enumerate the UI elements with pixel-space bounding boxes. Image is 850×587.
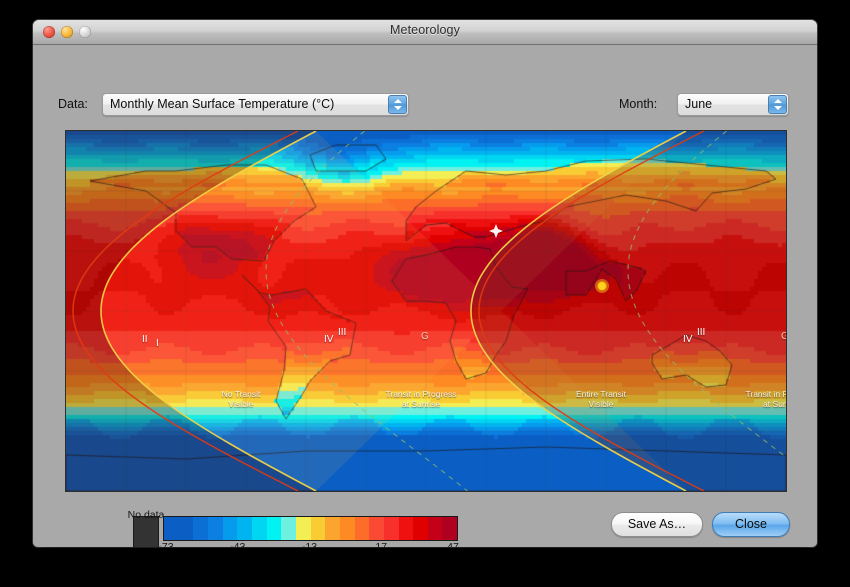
map-region-label: No Transit Visible <box>221 389 261 409</box>
scale-band <box>427 517 443 540</box>
window-body: Data: Monthly Mean Surface Temperature (… <box>33 45 817 547</box>
scale-band <box>310 517 326 540</box>
window-titlebar[interactable]: Meteorology <box>33 20 817 45</box>
close-button[interactable]: Close <box>712 512 790 537</box>
scale-band <box>251 517 267 540</box>
scale-band <box>354 517 370 540</box>
month-label: Month: <box>619 97 658 111</box>
scale-band <box>398 517 414 540</box>
map-region-label: Entire Transit Visible <box>575 389 627 409</box>
map-region-label: Transit in Progress at Sunset <box>745 389 787 409</box>
scale-band <box>295 517 311 540</box>
map-region-label: Transit in Progress at Sunrise <box>385 389 457 409</box>
scale-band <box>193 517 208 540</box>
scale-band <box>164 517 179 540</box>
temperature-raster <box>66 131 786 491</box>
data-dropdown-value: Monthly Mean Surface Temperature (°C) <box>110 97 335 111</box>
world-temperature-map[interactable]: No Transit Visible Transit in Progress at… <box>65 130 787 492</box>
contact-marker-label: IV <box>683 334 693 345</box>
window-title: Meteorology <box>390 23 460 37</box>
scale-band <box>339 517 355 540</box>
month-dropdown[interactable]: June <box>677 93 789 116</box>
data-label: Data: <box>58 97 88 111</box>
save-as-button[interactable]: Save As… <box>611 512 703 537</box>
contact-marker-label: IV <box>324 334 334 345</box>
greatest-transit-label: G <box>421 331 429 342</box>
scale-tick: 17 <box>375 541 388 547</box>
meteorology-window: Meteorology Data: Monthly Mean Surface T… <box>33 20 817 547</box>
chevron-updown-icon <box>388 95 407 114</box>
scale-tick: -13 <box>301 541 318 547</box>
scale-band <box>325 517 340 540</box>
scale-band <box>281 517 296 540</box>
month-dropdown-value: June <box>685 97 713 111</box>
scale-band <box>369 517 384 540</box>
scale-band <box>237 517 252 540</box>
scale-tick: -73 <box>158 541 174 547</box>
chevron-updown-icon <box>768 95 787 114</box>
scale-band <box>442 517 458 540</box>
temperature-color-scale <box>163 516 458 541</box>
contact-marker-label: II <box>142 334 148 345</box>
scale-tick: 47 <box>447 541 459 547</box>
scale-band <box>178 517 194 540</box>
contact-marker-label: I <box>156 338 159 349</box>
temperature-scale-ticks: -73 -43 -13 17 47 <box>157 541 462 547</box>
data-dropdown[interactable]: Monthly Mean Surface Temperature (°C) <box>102 93 409 116</box>
scale-band <box>222 517 238 540</box>
scale-band <box>383 517 399 540</box>
scale-tick: -43 <box>230 541 246 547</box>
contact-marker-label: III <box>697 327 706 338</box>
scale-band <box>207 517 223 540</box>
contact-marker-label: III <box>338 327 347 338</box>
scale-band <box>413 517 428 540</box>
scale-band <box>266 517 282 540</box>
greatest-transit-label: G <box>781 331 786 342</box>
